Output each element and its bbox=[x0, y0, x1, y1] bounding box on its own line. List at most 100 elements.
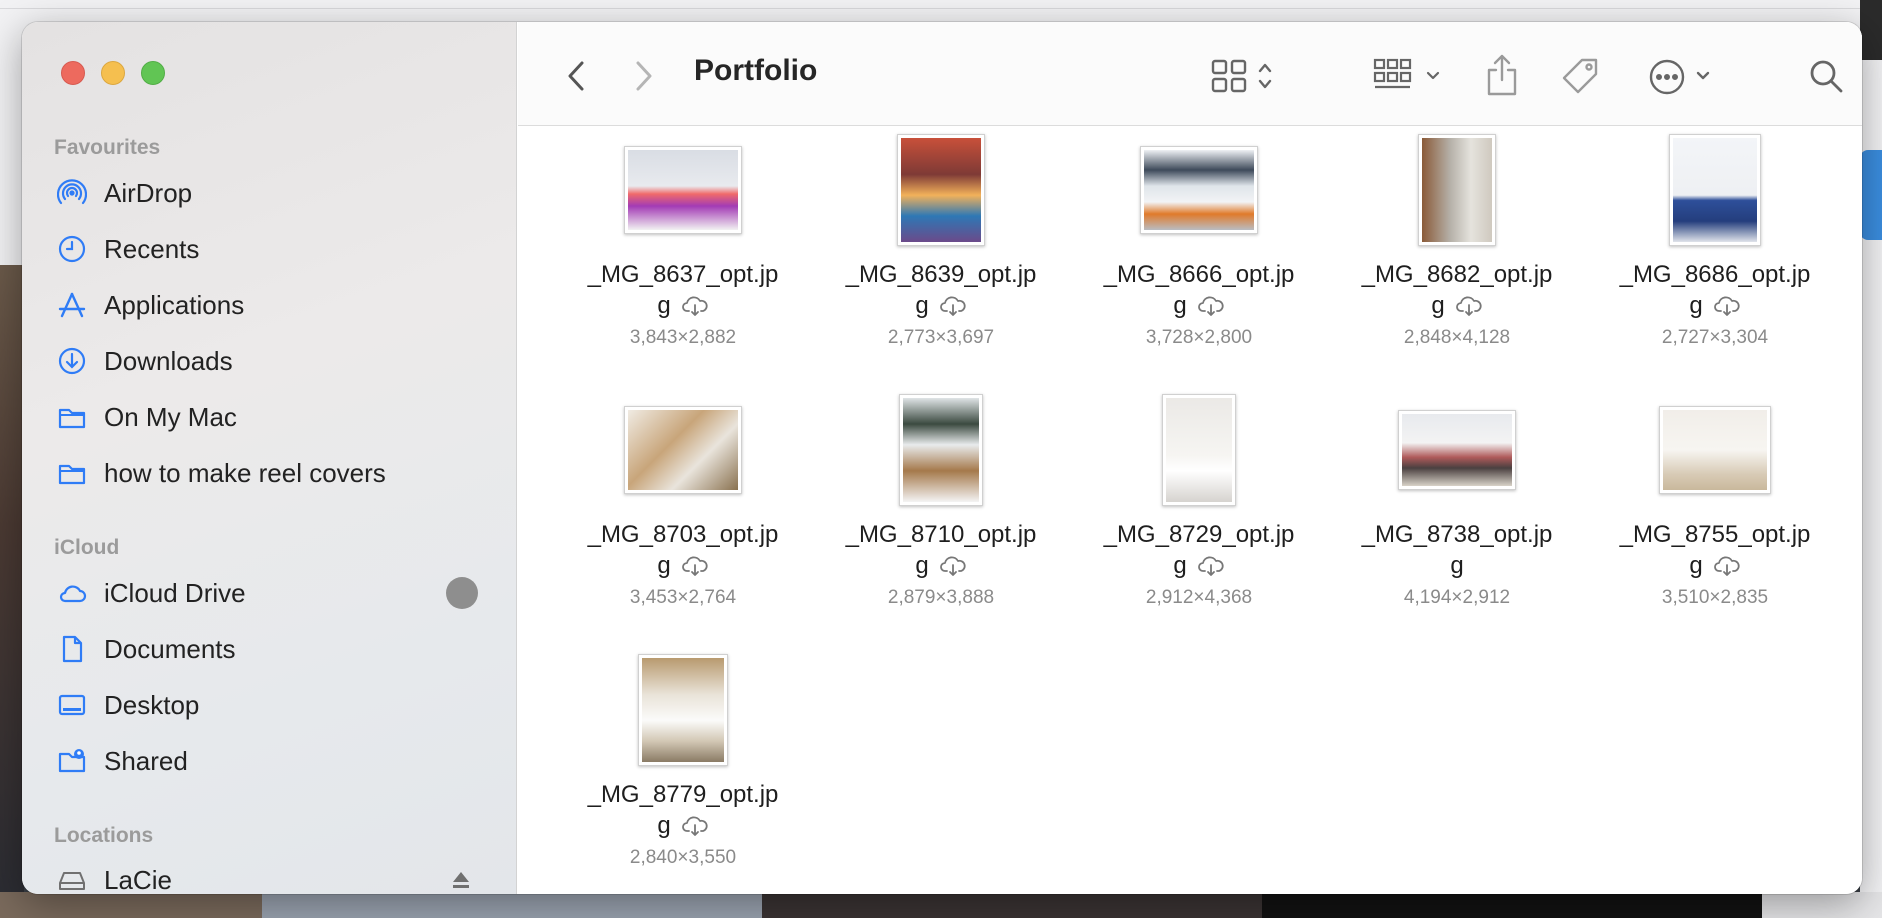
background-window-edge bbox=[1860, 0, 1882, 918]
minimize-button[interactable] bbox=[101, 61, 125, 85]
sidebar-item-reel-covers[interactable]: how to make reel covers bbox=[56, 451, 506, 495]
cloud-download-icon[interactable] bbox=[1703, 555, 1741, 577]
toolbar: Portfolio bbox=[518, 22, 1862, 126]
cloud-download-icon bbox=[1197, 296, 1224, 316]
file-name-tail: g bbox=[1689, 292, 1703, 319]
sidebar-item-label: Downloads bbox=[104, 345, 233, 376]
file-name-tail: g bbox=[915, 292, 929, 319]
file-name: _MG_8755_opt.jp bbox=[1619, 521, 1811, 548]
cloud-download-icon[interactable] bbox=[929, 555, 967, 577]
chevron-right-icon bbox=[636, 61, 652, 91]
file-name: _MG_8639_opt.jp bbox=[845, 261, 1037, 288]
file-item[interactable]: _MG_8686_opt.jp g 2,727×3,304 bbox=[1586, 131, 1844, 391]
file-thumbnail bbox=[1140, 146, 1258, 234]
thumbnail-image bbox=[1422, 138, 1492, 242]
search-button[interactable] bbox=[1808, 58, 1844, 94]
background-blue-element bbox=[1860, 150, 1882, 240]
file-item[interactable]: _MG_8682_opt.jp g 2,848×4,128 bbox=[1328, 131, 1586, 391]
sidebar-item-documents[interactable]: Documents bbox=[56, 627, 506, 671]
more-actions-button[interactable] bbox=[1648, 58, 1718, 96]
group-by-button[interactable] bbox=[1372, 56, 1446, 96]
finder-window: Favourites AirDrop Recents Applications bbox=[22, 22, 1862, 894]
file-dimensions: 2,840×3,550 bbox=[629, 847, 737, 868]
file-thumbnail bbox=[1162, 394, 1236, 506]
group-icon bbox=[1373, 58, 1440, 89]
file-item[interactable]: _MG_8639_opt.jp g 2,773×3,697 bbox=[812, 131, 1070, 391]
share-button[interactable] bbox=[1484, 52, 1520, 98]
eject-icon[interactable] bbox=[450, 870, 472, 894]
file-grid: _MG_8637_opt.jp g 3,843×2,882 _MG_8639_opt.… bbox=[518, 127, 1862, 894]
view-mode-button[interactable] bbox=[1210, 56, 1280, 96]
file-name: _MG_8682_opt.jp bbox=[1361, 261, 1553, 288]
file-name-tail: g bbox=[915, 552, 929, 579]
cloud-download-icon[interactable] bbox=[671, 295, 709, 317]
file-thumbnail bbox=[624, 146, 742, 234]
shared-folder-icon bbox=[56, 745, 88, 777]
cloud-download-icon bbox=[681, 556, 708, 576]
file-name-continued: g bbox=[1586, 550, 1844, 581]
forward-button[interactable] bbox=[630, 58, 658, 94]
cloud-download-icon[interactable] bbox=[929, 295, 967, 317]
thumbnail-image bbox=[1673, 138, 1757, 242]
file-name-continued: g bbox=[1328, 290, 1586, 321]
file-item[interactable]: _MG_8779_opt.jp g 2,840×3,550 bbox=[554, 651, 812, 894]
file-name: _MG_8666_opt.jp bbox=[1103, 261, 1295, 288]
cloud-download-icon bbox=[1713, 556, 1740, 576]
sidebar-item-recents[interactable]: Recents bbox=[56, 227, 506, 271]
section-title-favourites: Favourites bbox=[54, 136, 161, 159]
sidebar-item-applications[interactable]: Applications bbox=[56, 283, 506, 327]
cloud-download-icon[interactable] bbox=[1187, 555, 1225, 577]
file-dimensions: 3,510×2,835 bbox=[1661, 587, 1769, 608]
file-dimensions: 4,194×2,912 bbox=[1403, 587, 1511, 608]
cloud-download-icon[interactable] bbox=[671, 555, 709, 577]
sidebar-item-downloads[interactable]: Downloads bbox=[56, 339, 506, 383]
file-item[interactable]: _MG_8729_opt.jp g 2,912×4,368 bbox=[1070, 391, 1328, 651]
cloud-download-icon[interactable] bbox=[671, 815, 709, 837]
sidebar-item-label: Documents bbox=[104, 633, 236, 664]
file-item[interactable]: _MG_8755_opt.jp g 3,510×2,835 bbox=[1586, 391, 1844, 651]
background-dark-strip bbox=[1860, 0, 1882, 60]
file-item[interactable]: _MG_8738_opt.jp g 4,194×2,912 bbox=[1328, 391, 1586, 651]
sidebar-item-label: Shared bbox=[104, 745, 188, 776]
file-item[interactable]: _MG_8637_opt.jp g 3,843×2,882 bbox=[554, 131, 812, 391]
close-button[interactable] bbox=[61, 61, 85, 85]
file-item[interactable]: _MG_8710_opt.jp g 2,879×3,888 bbox=[812, 391, 1070, 651]
sidebar-item-icloud-drive[interactable]: iCloud Drive bbox=[56, 571, 506, 615]
sidebar-item-label: LaCie bbox=[104, 864, 172, 895]
applications-icon bbox=[56, 289, 88, 321]
airdrop-icon bbox=[56, 177, 88, 209]
sidebar-item-label: Applications bbox=[104, 289, 245, 320]
file-thumbnail-box bbox=[1070, 391, 1328, 509]
window-title: Portfolio bbox=[694, 54, 818, 87]
tags-button[interactable] bbox=[1560, 56, 1602, 98]
file-name: _MG_8710_opt.jp bbox=[845, 521, 1037, 548]
thumbnail-image bbox=[628, 150, 738, 230]
file-item[interactable]: _MG_8703_opt.jp g 3,453×2,764 bbox=[554, 391, 812, 651]
file-name-continued: g bbox=[1586, 290, 1844, 321]
sidebar-item-on-my-mac[interactable]: On My Mac bbox=[56, 395, 506, 439]
cloud-download-icon[interactable] bbox=[1187, 295, 1225, 317]
file-thumbnail-box bbox=[812, 131, 1070, 249]
desktop-icon bbox=[56, 689, 88, 721]
file-thumbnail bbox=[897, 134, 985, 246]
folder-icon bbox=[56, 457, 88, 489]
search-icon bbox=[1810, 60, 1843, 93]
sidebar-item-shared[interactable]: Shared bbox=[56, 739, 506, 783]
file-name-continued: g bbox=[554, 810, 812, 841]
sidebar-item-label: Recents bbox=[104, 233, 200, 264]
sidebar-item-airdrop[interactable]: AirDrop bbox=[56, 171, 506, 215]
zoom-button[interactable] bbox=[141, 61, 165, 85]
cloud-download-icon[interactable] bbox=[1703, 295, 1741, 317]
cloud-download-icon[interactable] bbox=[1445, 295, 1483, 317]
file-thumbnail-box bbox=[812, 391, 1070, 509]
file-thumbnail bbox=[1398, 410, 1516, 490]
file-thumbnail bbox=[638, 654, 728, 766]
sidebar-item-label: how to make reel covers bbox=[104, 457, 386, 488]
back-button[interactable] bbox=[562, 58, 590, 94]
sidebar-item-desktop[interactable]: Desktop bbox=[56, 683, 506, 727]
tag-icon bbox=[1562, 58, 1598, 94]
file-item[interactable]: _MG_8666_opt.jp g 3,728×2,800 bbox=[1070, 131, 1328, 391]
sidebar-item-lacie[interactable]: LaCie bbox=[56, 858, 506, 894]
background-wallpaper-left bbox=[0, 265, 24, 918]
file-thumbnail-box bbox=[1586, 131, 1844, 249]
